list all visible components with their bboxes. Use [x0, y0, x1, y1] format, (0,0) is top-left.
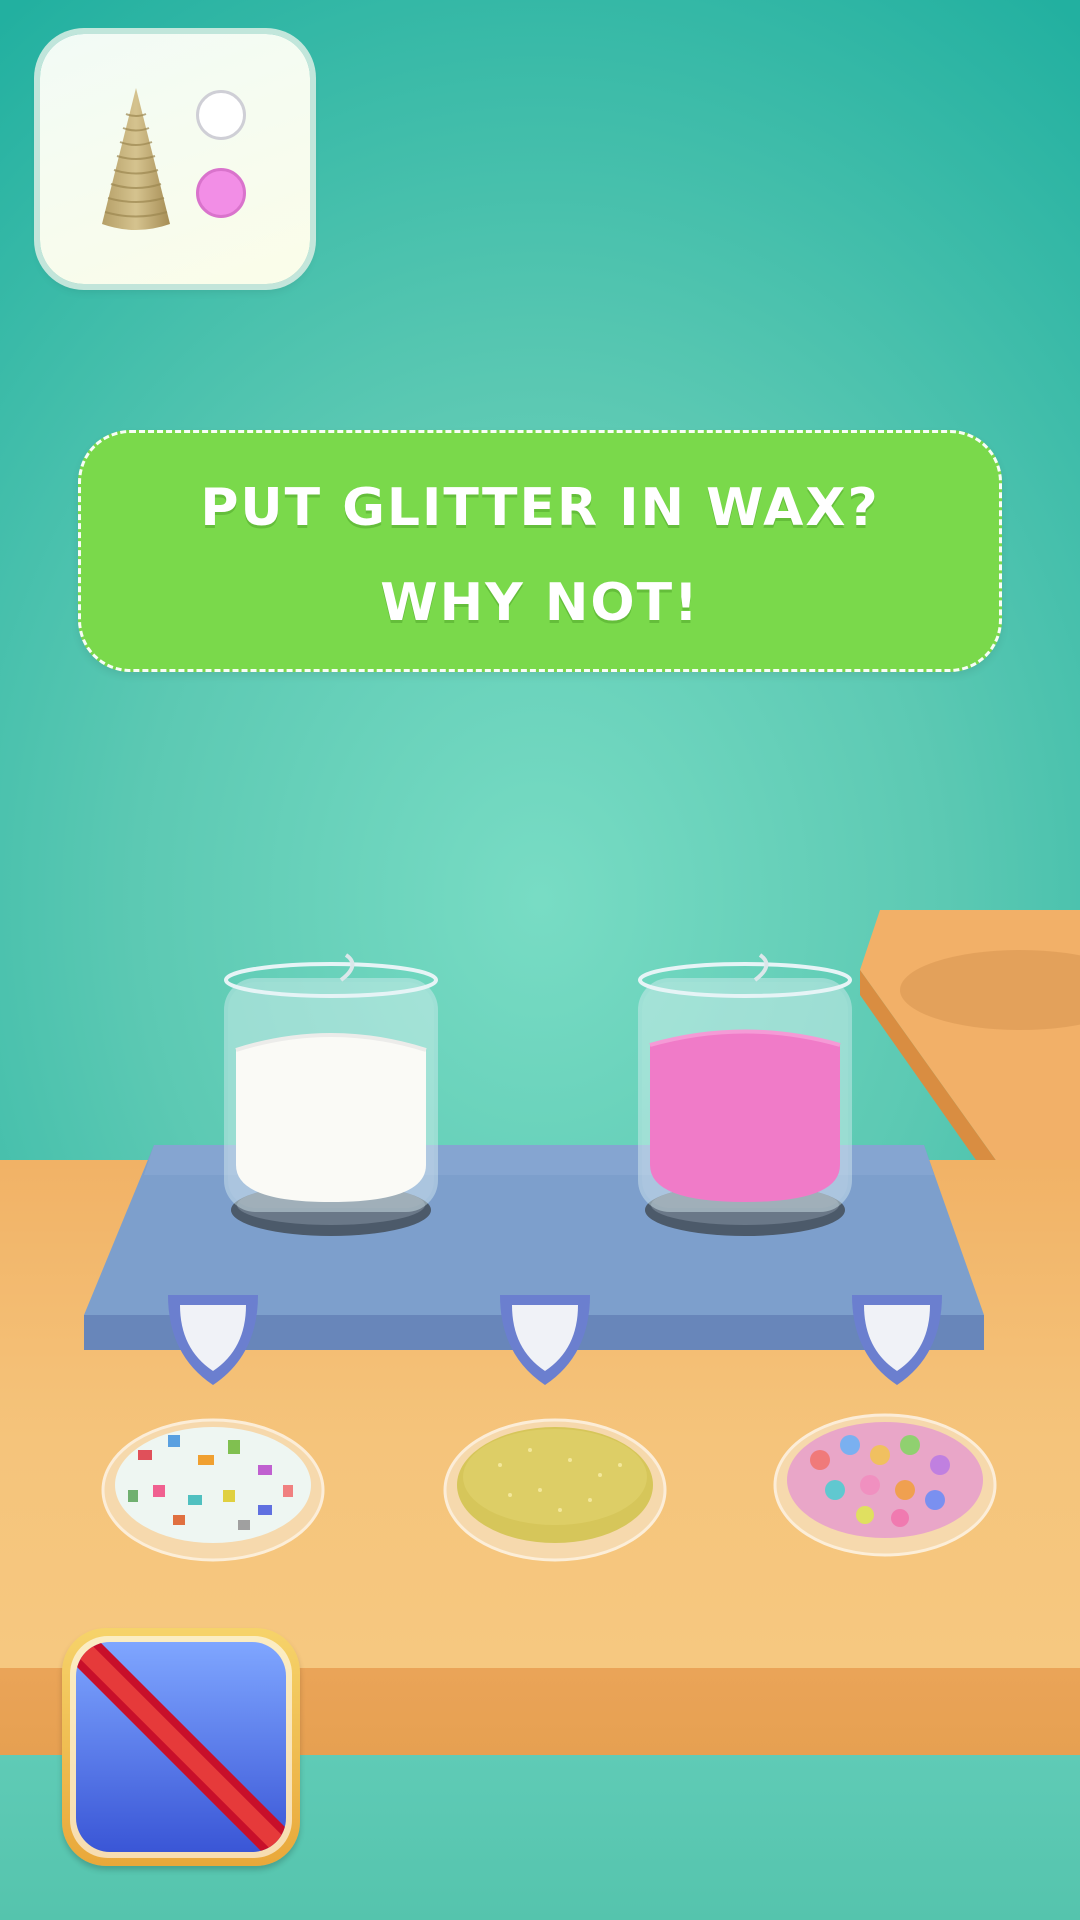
game-scene: PUT GLITTER IN WAX? WHY NOT!	[0, 0, 1080, 1920]
wax-cone-icon	[102, 88, 170, 230]
goal-card	[40, 34, 310, 284]
white-wax	[236, 1035, 426, 1202]
rainbow-glitter-dish[interactable]	[770, 1390, 1000, 1560]
white-swatch	[196, 90, 246, 140]
hint-banner: PUT GLITTER IN WAX? WHY NOT!	[78, 430, 1002, 672]
side-shelf	[860, 910, 1080, 1170]
no-glitter-button[interactable]	[62, 1628, 300, 1866]
pink-wax	[650, 1031, 840, 1202]
banner-line-1: PUT GLITTER IN WAX?	[200, 478, 880, 538]
pink-wax-jar[interactable]	[630, 950, 860, 1250]
white-wax-jar[interactable]	[216, 950, 446, 1250]
rainbow-glitter-marker-icon	[852, 1295, 942, 1385]
banner-dashed-border	[78, 430, 1002, 672]
gold-glitter-dish[interactable]	[440, 1395, 670, 1565]
gold-glitter-marker-icon	[500, 1295, 590, 1385]
banner-line-2: WHY NOT!	[380, 573, 700, 633]
confetti-glitter-dish[interactable]	[98, 1395, 328, 1565]
pink-swatch	[196, 168, 246, 218]
confetti-glitter-marker-icon	[168, 1295, 258, 1385]
no-glitter-icon	[70, 1636, 292, 1858]
